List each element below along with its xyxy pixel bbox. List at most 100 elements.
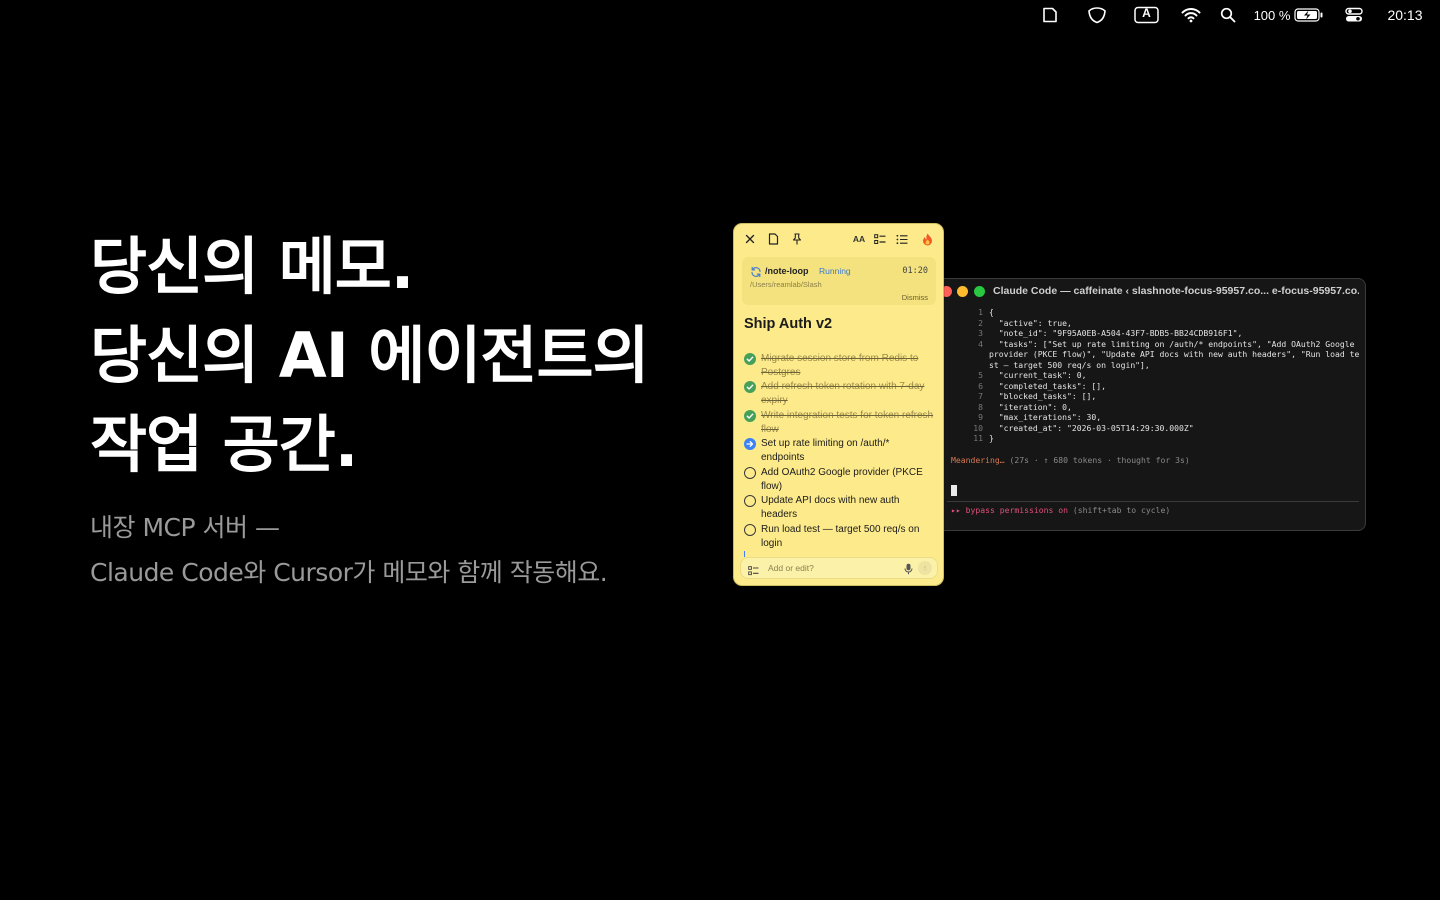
- dismiss-button[interactable]: Dismiss: [902, 293, 928, 302]
- empty-circle-icon[interactable]: [744, 467, 756, 479]
- battery-percent: 100 %: [1253, 7, 1291, 23]
- document-icon[interactable]: [766, 232, 780, 246]
- line-content: "completed_tasks": [],: [989, 380, 1106, 391]
- task-item[interactable]: Migrate session store from Redis to Post…: [744, 352, 934, 379]
- task-text: Update API docs with new auth headers: [761, 495, 900, 520]
- close-icon[interactable]: [743, 232, 757, 246]
- control-center-icon[interactable]: [1344, 5, 1364, 25]
- bypass-label: ▸▸ bypass permissions on: [951, 505, 1068, 515]
- line-number: 8: [978, 401, 983, 412]
- arrow-right-circle-icon[interactable]: [744, 438, 756, 450]
- code-line: 2 "active": true,: [949, 318, 1361, 329]
- terminal-title: Claude Code — caffeinate ‹ slashnote-foc…: [993, 285, 1359, 297]
- sub-line-2: Claude Code와 Cursor가 메모와 함께 작동해요.: [90, 558, 608, 587]
- task-item[interactable]: Set up rate limiting on /auth/* endpoint…: [744, 437, 934, 464]
- line-number: 11: [973, 433, 983, 443]
- check-circle-icon[interactable]: [744, 381, 756, 393]
- send-arrow-icon[interactable]: ↑: [918, 561, 932, 575]
- input-source-icon[interactable]: A: [1134, 5, 1159, 25]
- task-item[interactable]: Run load test — target 500 req/s on logi…: [744, 523, 934, 550]
- list-icon[interactable]: [895, 232, 909, 246]
- check-circle-icon[interactable]: [744, 353, 756, 365]
- bypass-hint: (shift+tab to cycle): [1072, 505, 1171, 515]
- terminal-window[interactable]: Claude Code — caffeinate ‹ slashnote-foc…: [936, 278, 1366, 531]
- permission-mode: ▸▸ bypass permissions on (shift+tab to c…: [951, 505, 1170, 515]
- sticky-note-window[interactable]: AA /note-loop Running 01:20 /Users/reaml…: [733, 223, 944, 586]
- line-content: "created_at": "2026-03-05T14:29:30.000Z": [989, 422, 1194, 433]
- line-number: 2: [978, 317, 983, 328]
- empty-circle-icon[interactable]: [744, 524, 756, 536]
- line-number: 1: [978, 307, 983, 317]
- task-text: Migrate session store from Redis to Post…: [761, 353, 919, 378]
- agent-status: Meandering… (27s · ↑ 680 tokens · though…: [951, 455, 1190, 465]
- sync-icon: [750, 265, 762, 278]
- code-block: 1{ 2 "active": true, 3 "note_id": "9F95A…: [949, 307, 1361, 444]
- loop-command: /note-loop: [765, 266, 809, 276]
- note-title[interactable]: Ship Auth v2: [744, 316, 832, 332]
- line-number: 4: [978, 338, 983, 349]
- line-content: }: [989, 433, 994, 443]
- menu-bar: A 100 % 20:13: [0, 0, 1440, 30]
- line-content: {: [989, 307, 994, 317]
- task-text: Write integration tests for token refres…: [761, 410, 934, 435]
- loop-timer: 01:20: [902, 266, 928, 276]
- line-content: "tasks": ["Set up rate limiting on /auth…: [989, 338, 1360, 370]
- line-number: 3: [978, 328, 983, 338]
- code-line: 8 "iteration": 0,: [949, 402, 1361, 413]
- flame-icon[interactable]: [920, 232, 934, 246]
- line-content: "current_task": 0,: [989, 370, 1087, 380]
- prompt-divider: [947, 501, 1359, 502]
- shield-icon[interactable]: [1086, 5, 1108, 25]
- checklist-icon[interactable]: [748, 563, 759, 581]
- composer-bar[interactable]: Add or edit? ↑: [740, 557, 938, 579]
- code-line: 3 "note_id": "9F95A0EB-A504-43F7-BDB5-BB…: [949, 328, 1361, 339]
- code-line: 6 "completed_tasks": [],: [949, 381, 1361, 392]
- loop-status-card: /note-loop Running 01:20 /Users/reamlab/…: [742, 257, 936, 305]
- line-number: 6: [978, 380, 983, 391]
- checklist-icon[interactable]: [873, 232, 887, 246]
- battery-icon[interactable]: [1293, 5, 1323, 25]
- line-content: "blocked_tasks": [],: [989, 391, 1097, 401]
- line-content: "active": true,: [989, 317, 1072, 328]
- text-size-icon[interactable]: AA: [851, 232, 867, 246]
- menu-bar-clock[interactable]: 20:13: [1380, 5, 1430, 25]
- input-source-letter: A: [1142, 6, 1151, 20]
- loop-path: /Users/reamlab/Slash: [750, 280, 822, 289]
- note-icon[interactable]: [1040, 5, 1060, 25]
- status-word: Meandering…: [951, 455, 1005, 465]
- microphone-icon[interactable]: [904, 562, 913, 580]
- wifi-icon[interactable]: [1180, 5, 1202, 25]
- line-number: 9: [978, 412, 983, 422]
- text-caret: [744, 551, 745, 557]
- line-content: "max_iterations": 30,: [989, 412, 1102, 422]
- code-line: 9 "max_iterations": 30,: [949, 412, 1361, 423]
- task-item[interactable]: Add OAuth2 Google provider (PKCE flow): [744, 466, 934, 493]
- minimize-window-button[interactable]: [957, 286, 968, 297]
- terminal-titlebar[interactable]: Claude Code — caffeinate ‹ slashnote-foc…: [937, 279, 1365, 303]
- code-line: 5 "current_task": 0,: [949, 370, 1361, 381]
- task-text: Add refresh token rotation with 7-day ex…: [761, 381, 925, 406]
- search-icon[interactable]: [1219, 5, 1237, 25]
- task-text: Run load test — target 500 req/s on logi…: [761, 524, 920, 549]
- code-line: 4 "tasks": ["Set up rate limiting on /au…: [949, 339, 1361, 371]
- line-content: "note_id": "9F95A0EB-A504-43F7-BDB5-BB24…: [989, 328, 1243, 338]
- pin-icon[interactable]: [790, 232, 804, 246]
- zoom-window-button[interactable]: [974, 286, 985, 297]
- task-item[interactable]: Write integration tests for token refres…: [744, 409, 934, 436]
- task-item[interactable]: Add refresh token rotation with 7-day ex…: [744, 380, 934, 407]
- empty-circle-icon[interactable]: [744, 495, 756, 507]
- hero-line-2: 당신의 AI 에이전트의: [90, 319, 650, 392]
- line-number: 5: [978, 370, 983, 380]
- code-line: 7 "blocked_tasks": [],: [949, 391, 1361, 402]
- task-text: Add OAuth2 Google provider (PKCE flow): [761, 467, 923, 492]
- hero-line-1: 당신의 메모.: [90, 230, 414, 303]
- hero-line-3: 작업 공간.: [90, 408, 358, 481]
- prompt-cursor[interactable]: [951, 485, 957, 496]
- task-text: Set up rate limiting on /auth/* endpoint…: [761, 438, 890, 463]
- code-line: 11}: [949, 433, 1361, 444]
- composer-input[interactable]: Add or edit?: [768, 563, 814, 573]
- task-item[interactable]: Update API docs with new auth headers: [744, 494, 934, 521]
- line-number: 7: [978, 391, 983, 401]
- code-line: 1{: [949, 307, 1361, 318]
- check-circle-icon[interactable]: [744, 410, 756, 422]
